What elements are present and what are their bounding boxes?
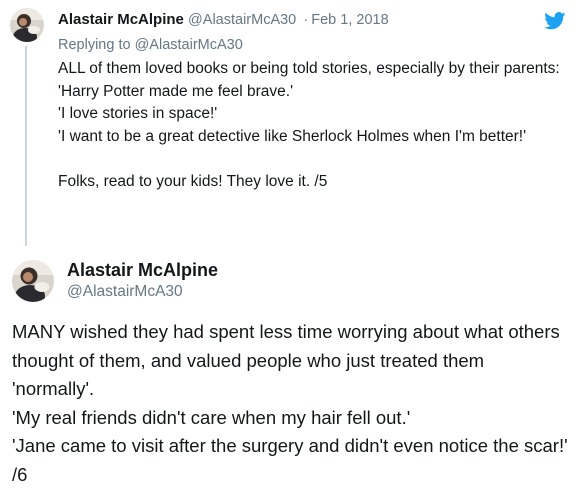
author-handle[interactable]: @AlastairMcA30 bbox=[188, 12, 296, 28]
replying-to-mention[interactable]: @AlastairMcA30 bbox=[135, 37, 243, 53]
twitter-bird-icon[interactable] bbox=[544, 12, 566, 30]
tweet-text-line: 'My real friends didn't care when my hai… bbox=[12, 406, 411, 428]
author-avatar[interactable] bbox=[12, 260, 54, 302]
main-tweet: Alastair McAlpine @AlastairMcA30 MANY wi… bbox=[0, 250, 576, 485]
author-name[interactable]: Alastair McAlpine bbox=[58, 11, 184, 28]
reply-tweet-header: Alastair McAlpine @AlastairMcA30 · Feb 1,… bbox=[58, 10, 389, 30]
reply-tweet: Alastair McAlpine @AlastairMcA30 · Feb 1,… bbox=[0, 0, 576, 250]
main-tweet-text: MANY wished they had spent less time wor… bbox=[12, 318, 568, 490]
reply-tweet-text: ALL of them loved books or being told st… bbox=[58, 58, 563, 194]
tweet-text-line: 'I love stories in space!' bbox=[58, 105, 218, 123]
tweet-text-line: MANY wished they had spent less time wor… bbox=[12, 321, 560, 400]
tweet-text-line: 'I want to be a great detective like She… bbox=[58, 127, 527, 145]
replying-to: Replying to @AlastairMcA30 bbox=[58, 35, 243, 55]
tweet-text-line: 'Jane came to visit after the surgery an… bbox=[12, 435, 568, 485]
tweet-text-line: Folks, read to your kids! They love it. … bbox=[58, 172, 328, 190]
replying-to-label: Replying to bbox=[58, 37, 131, 53]
author-avatar[interactable] bbox=[10, 8, 44, 42]
tweet-text-line: ALL of them loved books or being told st… bbox=[58, 60, 560, 77]
tweet-text-line: 'Harry Potter made me feel brave.' bbox=[58, 82, 294, 100]
header-separator: · bbox=[303, 12, 309, 28]
author-handle[interactable]: @AlastairMcA30 bbox=[67, 282, 183, 302]
tweet-date[interactable]: Feb 1, 2018 bbox=[311, 12, 388, 28]
thread-line bbox=[25, 46, 27, 246]
author-name[interactable]: Alastair McAlpine bbox=[67, 259, 218, 281]
